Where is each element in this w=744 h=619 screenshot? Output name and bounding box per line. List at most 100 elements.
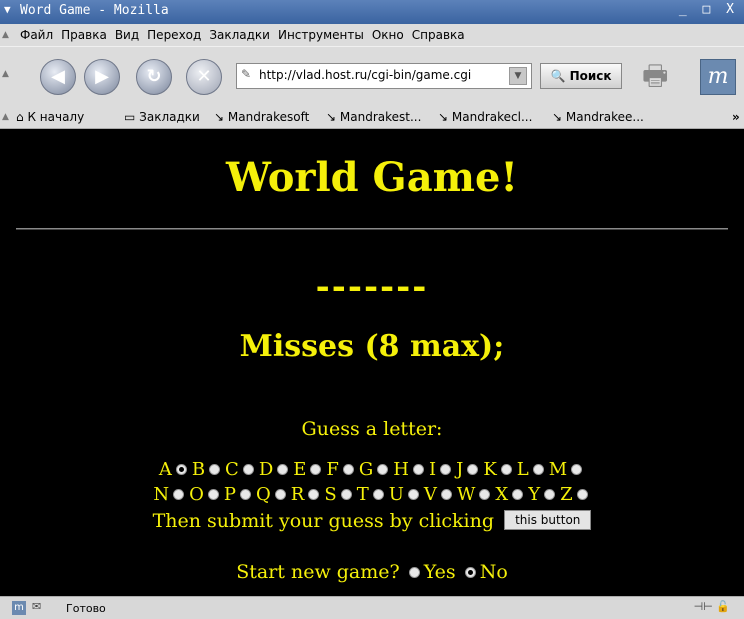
letter-radio[interactable] xyxy=(342,463,354,475)
menu-item[interactable]: Правка xyxy=(61,28,107,42)
menu-item[interactable]: Справка xyxy=(412,28,465,42)
menu-bar: ▲ Файл Правка Вид Переход Закладки Инструмент… xyxy=(0,24,744,46)
letter-radio[interactable] xyxy=(207,488,219,500)
search-icon: 🔍 xyxy=(550,69,566,83)
toolbar-grip-icon[interactable]: ▲ xyxy=(2,112,9,122)
letter-radio[interactable] xyxy=(240,488,252,500)
folder-icon: ▭ xyxy=(124,110,136,124)
letter-radio[interactable] xyxy=(372,488,384,500)
navigation-toolbar: ▲ ◀ ▶ ↻ ✕ ✎ ▼ 🔍 Поиск 🖶 m xyxy=(0,46,744,107)
security-lock-icon: ⊣⊢ 🔓 xyxy=(693,600,730,613)
menu-item[interactable]: Вид xyxy=(115,28,139,42)
letter-radio[interactable] xyxy=(277,463,289,475)
guess-prompt: Guess a letter: xyxy=(301,418,443,440)
url-dropdown-icon[interactable]: ▼ xyxy=(509,67,527,85)
bookmark-mandrakeexpert[interactable]: ↘ Mandrakee... xyxy=(552,110,644,124)
letter-radio[interactable] xyxy=(479,488,491,500)
search-label: Поиск xyxy=(569,69,612,83)
menu-item[interactable]: Инструменты xyxy=(278,28,364,42)
stop-icon[interactable]: ✕ xyxy=(186,59,222,95)
submit-guess-button[interactable]: this button xyxy=(504,510,592,530)
letter-row-2: NOPQRSTUVWXYZ xyxy=(0,484,744,505)
bookmark-mandrakeclub[interactable]: ↘ Mandrakecl... xyxy=(438,110,532,124)
toolbar-grip-icon[interactable]: ▲ xyxy=(2,30,9,40)
menu-item[interactable]: Переход xyxy=(147,28,201,42)
letter-radio[interactable] xyxy=(340,488,352,500)
letter-radio[interactable] xyxy=(175,463,187,475)
reload-icon[interactable]: ↻ xyxy=(136,59,172,95)
bookmark-label: Mandrakee... xyxy=(565,110,644,124)
letter-label: V xyxy=(423,484,437,505)
link-icon: ↘ xyxy=(438,110,449,124)
letter-label: J xyxy=(456,459,464,480)
menu-item[interactable]: Окно xyxy=(372,28,404,42)
letter-radio[interactable] xyxy=(274,488,286,500)
letter-radio[interactable] xyxy=(308,488,320,500)
letter-radio[interactable] xyxy=(440,463,452,475)
bookmark-label: Mandrakest... xyxy=(339,110,422,124)
letter-label: B xyxy=(191,459,206,480)
new-game-no-radio[interactable] xyxy=(464,566,476,578)
menu-item[interactable]: Закладки xyxy=(209,28,270,42)
submit-line: Then submit your guess by clicking this … xyxy=(0,510,744,532)
letter-radio[interactable] xyxy=(407,488,419,500)
letter-radio[interactable] xyxy=(377,463,389,475)
letter-radio[interactable] xyxy=(532,463,544,475)
letter-radio[interactable] xyxy=(544,488,556,500)
mozilla-logo-icon: m xyxy=(700,59,736,95)
letter-label: T xyxy=(356,484,369,505)
status-text: Готово xyxy=(66,602,106,615)
letter-radio[interactable] xyxy=(173,488,185,500)
forward-icon[interactable]: ▶ xyxy=(84,59,120,95)
letter-radio[interactable] xyxy=(310,463,322,475)
toolbar-grip-icon[interactable]: ▲ xyxy=(2,69,9,79)
browser-window: ▼ Word Game - Mozilla _ □ X ▲ Файл Правка… xyxy=(0,0,744,619)
letter-radio[interactable] xyxy=(500,463,512,475)
letter-label: K xyxy=(483,459,497,480)
letter-label: G xyxy=(358,459,374,480)
letter-radio[interactable] xyxy=(512,488,524,500)
letter-radio[interactable] xyxy=(571,463,583,475)
mozilla-status-icon[interactable]: m xyxy=(12,601,26,615)
back-icon[interactable]: ◀ xyxy=(40,59,76,95)
letter-radio[interactable] xyxy=(467,463,479,475)
letter-label: C xyxy=(225,459,239,480)
letter-row-1: ABCDEFGHIJKLM xyxy=(0,459,744,480)
bookmarks-folder[interactable]: ▭ Закладки xyxy=(124,110,200,124)
letter-label: E xyxy=(293,459,307,480)
more-bookmarks-icon[interactable]: » xyxy=(732,110,740,124)
menu-items: Файл Правка Вид Переход Закладки Инструменты О… xyxy=(20,28,473,42)
search-button[interactable]: 🔍 Поиск xyxy=(540,63,622,89)
address-bar[interactable]: ✎ ▼ xyxy=(236,63,532,89)
letter-radio[interactable] xyxy=(209,463,221,475)
letter-radio[interactable] xyxy=(440,488,452,500)
home-label: К началу xyxy=(27,110,85,124)
letter-label: L xyxy=(516,459,529,480)
bookmarks-label: Закладки xyxy=(139,110,200,124)
no-label: No xyxy=(479,561,508,583)
letter-radio[interactable] xyxy=(413,463,424,475)
link-icon: ↘ xyxy=(552,110,563,124)
url-input[interactable] xyxy=(257,67,501,83)
letter-label: Y xyxy=(528,484,541,505)
link-icon: ↘ xyxy=(214,110,225,124)
menu-item[interactable]: Файл xyxy=(20,28,53,42)
letter-label: R xyxy=(290,484,305,505)
new-game-yes-radio[interactable] xyxy=(408,566,420,578)
title-bar: ▼ Word Game - Mozilla _ □ X xyxy=(0,0,744,24)
window-controls[interactable]: _ □ X xyxy=(679,2,738,17)
page-icon: ✎ xyxy=(241,67,252,81)
bookmark-mandrakesoft[interactable]: ↘ Mandrakesoft xyxy=(214,110,309,124)
new-game-prompt: Start new game? xyxy=(236,561,400,583)
home-bookmark[interactable]: ⌂ К началу xyxy=(16,110,84,124)
letter-label: F xyxy=(326,459,339,480)
bookmark-mandrakestore[interactable]: ↘ Mandrakest... xyxy=(326,110,421,124)
component-icon[interactable]: ✉ xyxy=(32,600,41,613)
letter-label: O xyxy=(189,484,204,505)
letter-radio[interactable] xyxy=(576,488,588,500)
letter-radio[interactable] xyxy=(242,463,254,475)
bookmark-label: Mandrakesoft xyxy=(227,110,310,124)
bookmarks-toolbar: ▲ ⌂ К началу ▭ Закладки ↘ Mandrakesoft ↘… xyxy=(0,106,744,129)
print-icon[interactable]: 🖶 xyxy=(642,55,692,95)
window-menu-icon[interactable]: ▼ xyxy=(4,3,11,16)
